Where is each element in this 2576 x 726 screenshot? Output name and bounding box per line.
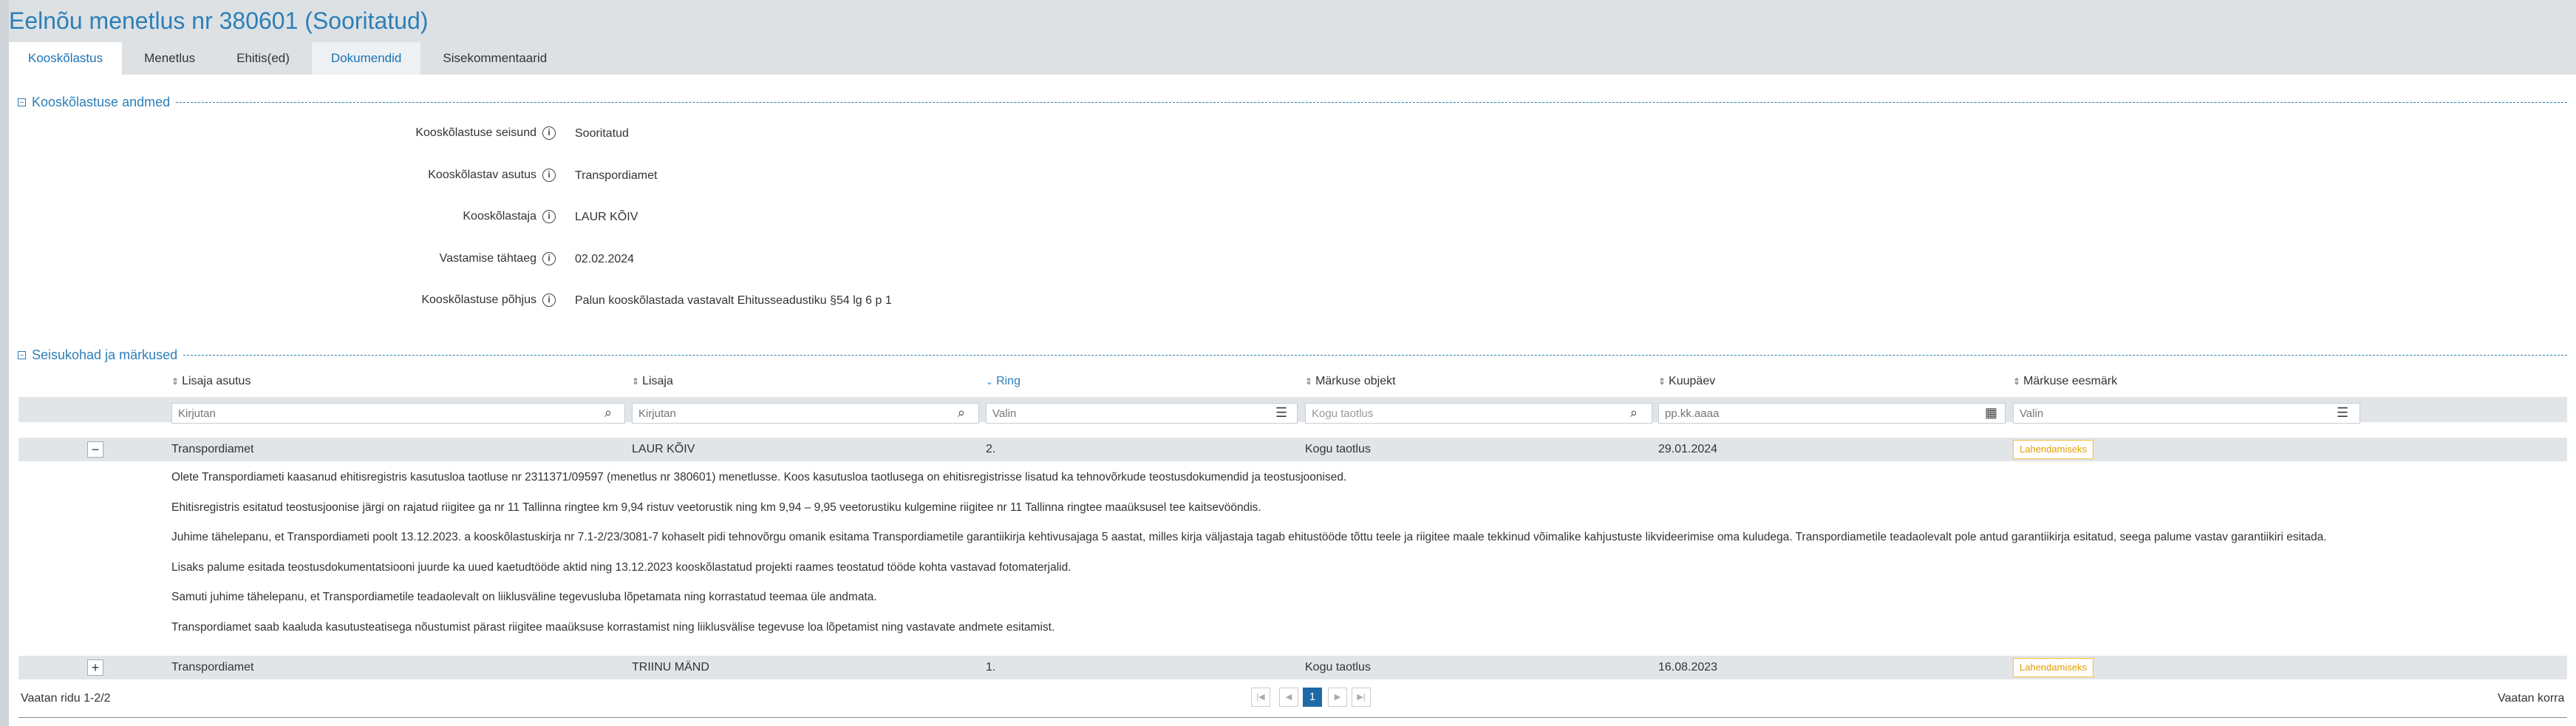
comment-paragraph: Samuti juhime tähelepanu, et Transpordia… (171, 591, 877, 603)
cell-lisaja: TRIINU MÄND (632, 661, 709, 674)
status-badge: Lahendamiseks (2013, 658, 2094, 677)
cell-kuupaev: 29.01.2024 (1658, 443, 1718, 455)
column-header-markuse-eesmark[interactable]: ⇕ Märkuse eesmärk (2013, 375, 2117, 388)
column-header-label: Lisaja asutus (182, 375, 251, 387)
filter-ring-select[interactable] (986, 403, 1298, 424)
info-icon[interactable]: i (542, 126, 556, 140)
field-value-pohjus: Palun kooskõlastada vastavalt Ehitussead… (575, 294, 892, 307)
filter-kuupaev-input[interactable] (1658, 403, 2006, 424)
info-icon[interactable]: i (542, 169, 556, 182)
comment-paragraph: Ehitisregistris esitatud teostusjoonise … (171, 501, 1261, 514)
tab-kooskolastus[interactable]: Kooskõlastus (9, 42, 123, 75)
search-icon[interactable]: ⌕ (1630, 405, 1638, 421)
column-header-label: Märkuse eesmärk (2023, 375, 2118, 387)
list-icon[interactable]: ☰ (1275, 405, 1287, 421)
table-row[interactable] (18, 438, 2567, 461)
prev-page-button[interactable]: ◀ (1279, 688, 1298, 707)
comment-paragraph: Lisaks palume esitada teostusdokumentats… (171, 561, 1071, 574)
column-header-lisaja-asutus[interactable]: ⇕ Lisaja asutus (171, 375, 251, 388)
section-divider (176, 102, 2567, 103)
sort-icon: ⇕ (632, 376, 640, 387)
info-icon[interactable]: i (542, 252, 556, 265)
field-label-text: Kooskõlastaja (463, 210, 536, 223)
field-label-text: Kooskõlastav asutus (428, 169, 536, 181)
left-edge-strip (0, 0, 9, 726)
info-icon[interactable]: i (542, 294, 556, 307)
comment-paragraph: Transpordiamet saab kaaluda kasutusteati… (171, 621, 1055, 634)
filter-lisaja-asutus-input[interactable] (171, 403, 625, 424)
field-label-text: Kooskõlastuse seisund (415, 126, 536, 139)
cell-objekt: Kogu taotlus (1305, 661, 1371, 674)
field-label-tahtaeg: Vastamise tähtaeg i (440, 252, 556, 265)
tab-dokumendid[interactable]: Dokumendid (311, 42, 421, 75)
field-label-text: Vastamise tähtaeg (439, 252, 536, 265)
details-section-title: Kooskõlastuse andmed (32, 95, 171, 109)
field-value-kooskolastaja: LAUR KÕIV (575, 211, 638, 223)
filter-eesmark-select[interactable] (2013, 403, 2360, 424)
collapse-icon[interactable]: − (18, 98, 26, 107)
next-page-button[interactable]: ▶ (1328, 688, 1347, 707)
column-header-label: Ring (996, 375, 1020, 387)
rows-info: Vaatan ridu 1-2/2 (21, 692, 111, 705)
cell-asutus: Transpordiamet (171, 661, 254, 674)
comment-paragraph: Juhime tähelepanu, et Transpordiameti po… (171, 531, 2327, 543)
details-section-header[interactable]: − Kooskõlastuse andmed (18, 95, 2567, 110)
cell-ring: 1. (986, 661, 996, 674)
tab-menetlus[interactable]: Menetlus (125, 42, 215, 75)
cell-kuupaev: 16.08.2023 (1658, 661, 1718, 674)
column-header-kuupaev[interactable]: ⇕ Kuupäev (1658, 375, 1715, 388)
calendar-icon[interactable]: ▦ (1985, 405, 1997, 421)
cell-asutus: Transpordiamet (171, 443, 254, 455)
comment-paragraph: Olete Transpordiameti kaasanud ehitisreg… (171, 471, 1347, 484)
expand-row-button[interactable]: + (87, 659, 103, 676)
field-value-tahtaeg: 02.02.2024 (575, 253, 635, 265)
field-value-seisund: Sooritatud (575, 127, 629, 140)
collapse-row-button[interactable]: − (87, 441, 103, 458)
sort-icon: ⇕ (1305, 376, 1313, 387)
cell-ring: 2. (986, 443, 996, 455)
filter-objekt-input[interactable] (1305, 403, 1652, 424)
sort-icon: ⇕ (1658, 376, 1666, 387)
search-icon[interactable]: ⌕ (958, 405, 965, 421)
sort-icon: ⇕ (2013, 376, 2021, 387)
tab-sisekommentaarid[interactable]: Sisekommentaarid (423, 42, 567, 75)
cell-objekt: Kogu taotlus (1305, 443, 1371, 455)
cell-lisaja: LAUR KÕIV (632, 443, 695, 455)
field-label-kooskolastaja: Kooskõlastaja i (463, 210, 556, 223)
sort-icon: ⇕ (171, 376, 180, 387)
remarks-section-header[interactable]: − Seisukohad ja märkused (18, 347, 2567, 363)
status-badge: Lahendamiseks (2013, 440, 2094, 459)
list-icon[interactable]: ☰ (2337, 405, 2348, 421)
table-bottom-border (18, 717, 2567, 718)
tab-ehitised[interactable]: Ehitis(ed) (217, 42, 309, 75)
info-icon[interactable]: i (542, 210, 556, 223)
column-header-lisaja[interactable]: ⇕ Lisaja (632, 375, 673, 388)
column-header-label: Kuupäev (1669, 375, 1716, 387)
field-label-asutus: Kooskõlastav asutus i (428, 169, 556, 182)
last-page-button[interactable]: ▶| (1352, 688, 1371, 707)
column-header-label: Lisaja (642, 375, 673, 387)
page-button-current[interactable]: 1 (1303, 688, 1322, 707)
column-header-ring[interactable]: ⌄ Ring (986, 375, 1020, 388)
field-label-text: Kooskõlastuse põhjus (421, 294, 536, 306)
field-value-asutus: Transpordiamet (575, 169, 658, 182)
field-label-pohjus: Kooskõlastuse põhjus i (421, 294, 556, 307)
search-icon[interactable]: ⌕ (604, 405, 612, 421)
section-divider (183, 355, 2567, 356)
collapse-icon[interactable]: − (18, 351, 26, 360)
rows-info-right: Vaatan korra (2498, 692, 2565, 705)
first-page-button[interactable]: |◀ (1251, 688, 1270, 707)
filter-lisaja-input[interactable] (632, 403, 979, 424)
tab-bar: Kooskõlastus Menetlus Ehitis(ed) Dokumen… (9, 42, 569, 75)
column-header-label: Märkuse objekt (1315, 375, 1396, 387)
sort-desc-icon: ⌄ (986, 376, 994, 387)
page-title: Eelnõu menetlus nr 380601 (Sooritatud) (9, 7, 429, 34)
remarks-section-title: Seisukohad ja märkused (32, 347, 178, 362)
column-header-markuse-objekt[interactable]: ⇕ Märkuse objekt (1305, 375, 1396, 388)
table-row[interactable] (18, 656, 2567, 679)
field-label-seisund: Kooskõlastuse seisund i (415, 126, 556, 140)
